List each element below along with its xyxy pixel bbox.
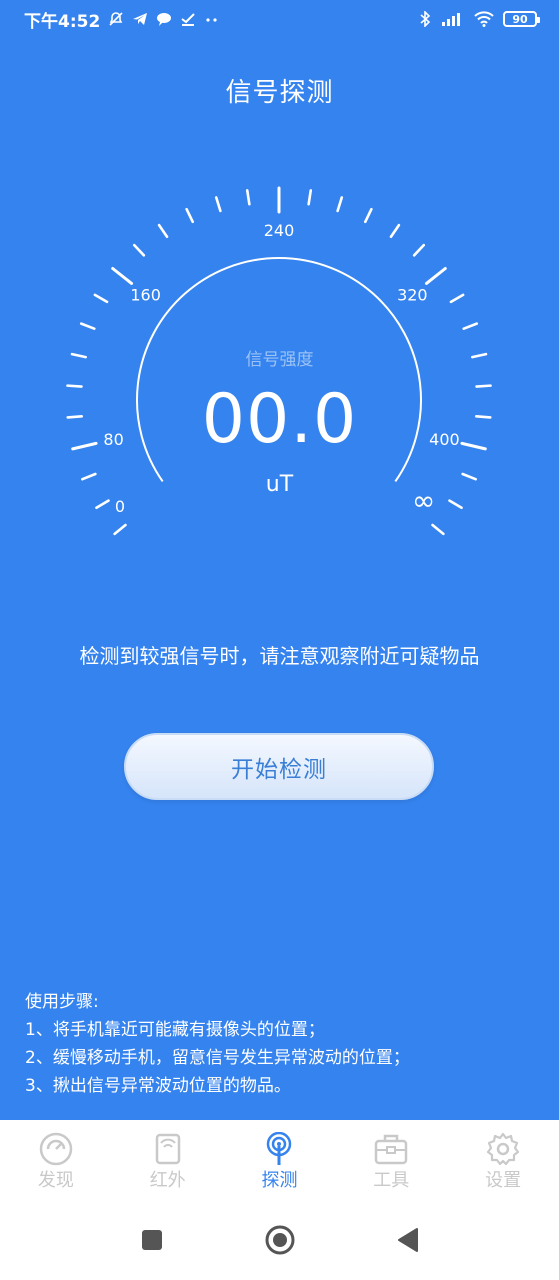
gauge-tick [113, 523, 127, 536]
gauge-tick [132, 243, 146, 257]
gauge-tick [336, 196, 344, 213]
home-button[interactable] [264, 1224, 296, 1256]
step-item-1: 1、将手机靠近可能藏有摄像头的位置； [25, 1020, 325, 1040]
step-item-2: 2、缓慢移动手机，留意信号发生异常波动的位置； [25, 1048, 410, 1068]
back-button[interactable] [392, 1224, 424, 1256]
bottom-nav: 发现 红外 探测 工具 设置 [0, 1120, 559, 1200]
battery-level: 90 [512, 12, 528, 26]
gauge-tick [185, 207, 195, 224]
steps-title: 使用步骤: [25, 992, 99, 1012]
system-nav-bar [0, 1200, 559, 1280]
gauge-value: 00.0 [201, 380, 358, 459]
toolbox-icon [375, 1134, 408, 1165]
nav-item-discover[interactable]: 发现 [0, 1120, 112, 1200]
gauge-tick [79, 322, 96, 330]
signal-icon [442, 13, 460, 26]
usage-steps: 使用步骤: 1、将手机靠近可能藏有摄像头的位置； 2、缓慢移动手机，留意信号发生… [25, 988, 410, 1100]
gauge-tick [214, 196, 222, 213]
gauge-tick [412, 243, 426, 257]
home-circle-icon [265, 1225, 294, 1255]
infrared-icon [155, 1133, 180, 1165]
square-icon [141, 1230, 162, 1250]
battery-icon: 90 [503, 11, 540, 27]
step-item-3: 3、揪出信号异常波动位置的物品。 [25, 1076, 291, 1096]
gauge-icon [39, 1132, 73, 1166]
nav-item-infrared[interactable]: 红外 [112, 1120, 224, 1200]
gauge-tick [389, 223, 401, 239]
gauge-tick-label: 0 [115, 497, 125, 516]
gauge-tick [93, 293, 109, 304]
gauge-tick-label: 160 [130, 286, 161, 305]
gauge-caption: 信号强度 [245, 350, 314, 370]
gauge-tick [245, 189, 251, 206]
nav-label-discover: 发现 [37, 1170, 74, 1191]
bluetooth-icon [420, 11, 431, 27]
nav-label-tools: 工具 [373, 1170, 410, 1191]
gauge-tick [431, 523, 445, 536]
gauge-tick [448, 499, 463, 510]
infinity-label: ∞ [412, 484, 436, 517]
back-triangle-icon [397, 1228, 418, 1252]
gauge-tick [95, 499, 110, 510]
page-title: 信号探测 [225, 78, 334, 108]
nav-label-infrared: 红外 [149, 1170, 186, 1191]
nav-item-detect[interactable]: 探测 [224, 1120, 336, 1200]
telegram-icon [133, 13, 148, 25]
gear-icon [486, 1132, 520, 1166]
check-icon [181, 13, 196, 26]
wifi-icon [474, 11, 494, 27]
gauge-tick [462, 322, 479, 330]
main-screen: 下午4:52 90 信号探测 0 80 160 240 320 400 信号强度 00.0… [0, 0, 559, 1120]
nav-item-tools[interactable]: 工具 [335, 1120, 447, 1200]
gauge-tick [424, 267, 447, 285]
recent-apps-button[interactable] [136, 1224, 168, 1256]
gauge-tick [157, 223, 169, 239]
nav-item-settings[interactable]: 设置 [447, 1120, 559, 1200]
gauge-tick [449, 293, 465, 304]
signal-probe-icon [267, 1132, 292, 1165]
status-bar: 下午4:52 90 [0, 0, 559, 38]
gauge-tick [363, 207, 373, 224]
gauge-tick-label: 320 [397, 286, 428, 305]
hint-text: 检测到较强信号时，请注意观察附近可疑物品 [79, 644, 480, 668]
more-dots-icon [206, 18, 217, 22]
gauge-tick-label: 240 [264, 221, 295, 240]
gauge-unit: uT [265, 472, 294, 497]
gauge-tick [307, 189, 313, 206]
nav-label-settings: 设置 [485, 1170, 522, 1191]
status-time: 下午4:52 [24, 11, 101, 32]
gauge-tick [111, 267, 134, 285]
start-detection-button[interactable]: 开始检测 [124, 733, 434, 800]
mute-icon [109, 12, 123, 26]
nav-label-detect: 探测 [261, 1170, 298, 1191]
chat-bubble-icon [157, 13, 172, 26]
